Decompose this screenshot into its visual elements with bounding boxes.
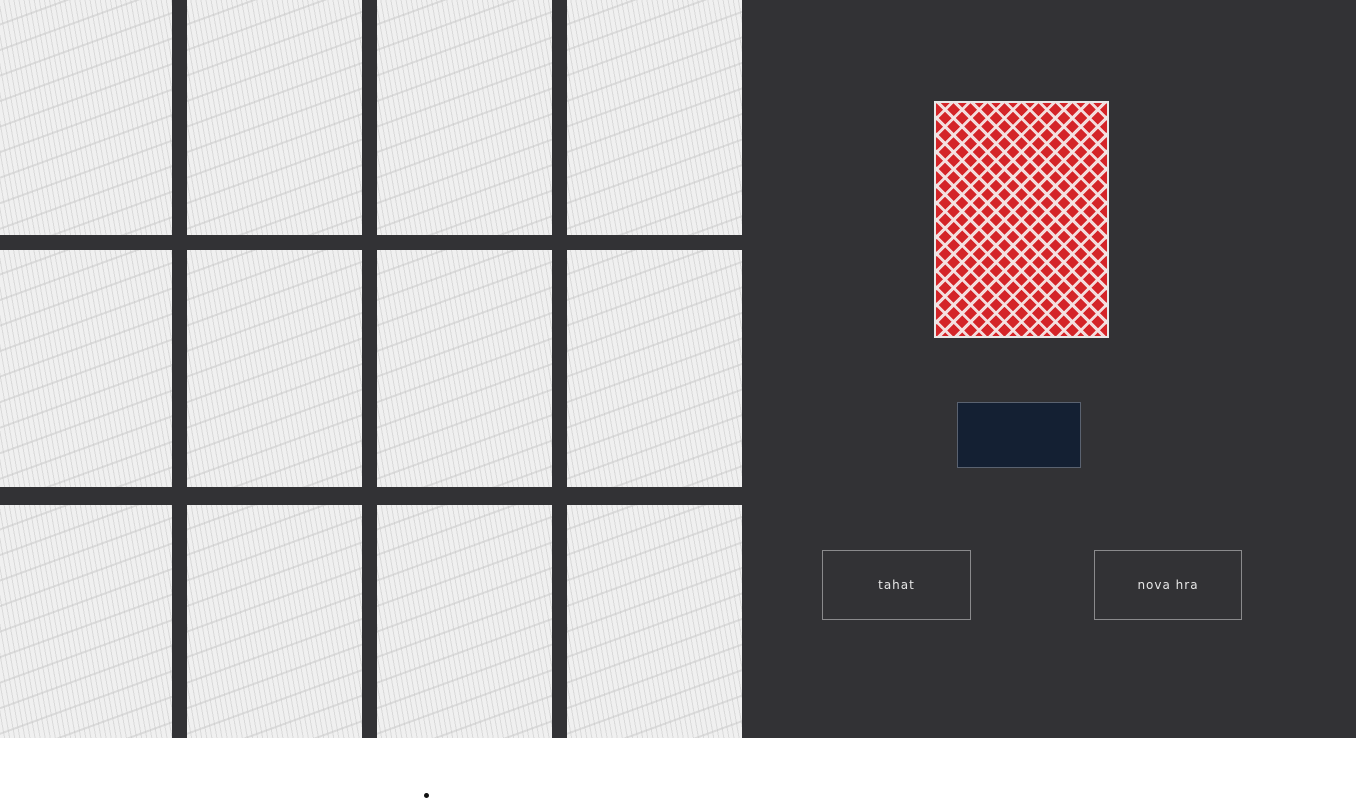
card-r1-c4[interactable] [567,0,742,235]
card-r1-c2[interactable] [187,0,362,235]
card-r3-c4[interactable] [567,505,742,738]
deck-card-back[interactable] [934,101,1109,338]
card-r2-c1[interactable] [0,250,172,487]
card-r2-c4[interactable] [567,250,742,487]
page-footer-area [0,738,1356,799]
card-r3-c3[interactable] [377,505,552,738]
card-r2-c3[interactable] [377,250,552,487]
draw-button[interactable]: tahat [822,550,971,620]
card-r1-c3[interactable] [377,0,552,235]
new-game-button[interactable]: nova hra [1094,550,1242,620]
card-r2-c2[interactable] [187,250,362,487]
score-display [957,402,1081,468]
game-table: tahat nova hra [0,0,1356,738]
bullet-dot [424,793,429,798]
card-r3-c1[interactable] [0,505,172,738]
card-r1-c1[interactable] [0,0,172,235]
app-root: tahat nova hra [0,0,1356,799]
card-r3-c2[interactable] [187,505,362,738]
